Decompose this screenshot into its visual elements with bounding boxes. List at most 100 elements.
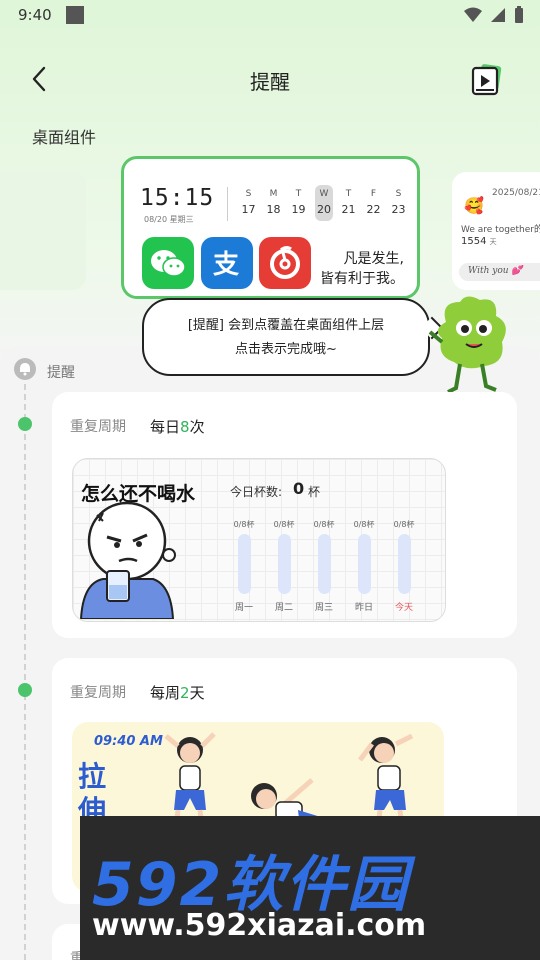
cup-day-label-today: 今天: [394, 603, 413, 613]
widgets-section-label: 桌面组件: [32, 128, 97, 147]
cup-day: 0/8杯昨日: [351, 519, 377, 613]
tip-text: [提醒] 会到点覆盖在桌面组件上层 点击表示完成哦~: [144, 314, 428, 362]
widget-clock-date: 08/20 星期三: [144, 215, 194, 224]
cup-day-label: 昨日: [354, 603, 373, 613]
widget-card-previous[interactable]: [0, 172, 86, 290]
alipay-icon[interactable]: 支: [201, 237, 253, 289]
today-count-unit: 杯: [308, 485, 321, 499]
status-time: 9:40: [18, 6, 52, 24]
wechat-icon[interactable]: [142, 237, 194, 289]
widget-week-calendar: S 17 M 18 T 19 W 20 T 21 F 22 S 23: [236, 185, 411, 221]
stretching-girl-icon: [164, 732, 216, 828]
cup-bar: [277, 534, 291, 594]
week-day: M 18: [261, 189, 286, 221]
stretching-girl-icon: [358, 733, 414, 828]
svg-text:支: 支: [213, 250, 239, 280]
cup-day: 0/8杯今天: [391, 519, 417, 613]
video-tutorial-icon[interactable]: [470, 62, 504, 96]
widget-motto: 凡是发生, 皆有利于我。: [318, 249, 404, 289]
week-day-today: W 20: [315, 185, 333, 221]
signal-icon: [491, 8, 505, 22]
cup-value: 0/8杯: [393, 520, 415, 529]
wifi-icon: [464, 7, 482, 22]
week-day-date: 19: [291, 203, 306, 216]
freq-prefix: 每周: [150, 684, 181, 702]
week-day-name: M: [269, 189, 278, 199]
widget-anniversary-date: 2025/08/21: [492, 188, 540, 198]
heart-face-icon: 🥰: [464, 196, 484, 215]
tip-line2: 点击表示完成哦~: [235, 342, 337, 357]
week-day-name: W: [319, 189, 329, 199]
stretch-time: 09:40 AM: [94, 734, 163, 749]
watermark-banner: 592软件园 www.592xiazai.com: [80, 816, 540, 960]
widget-divider: [227, 187, 228, 221]
widget-clock-time: 15:15: [140, 185, 215, 211]
widget-card-next[interactable]: 2025/08/21 🥰 We are together的 1554 天 Wit…: [452, 172, 540, 290]
watermark-url: www.592xiazai.com: [92, 908, 427, 943]
top-bar: 提醒: [0, 52, 540, 108]
freq-number: 2: [180, 684, 190, 702]
cup-value: 0/8杯: [353, 520, 375, 529]
week-day: F 22: [361, 189, 386, 221]
week-day-date: 20: [317, 203, 331, 216]
repeat-frequency: 每周2天: [150, 682, 205, 703]
cup-value: 0/8杯: [313, 520, 335, 529]
cup-bar: [397, 534, 411, 594]
cup-value: 0/8杯: [273, 520, 295, 529]
widget-days-value: 1554: [461, 236, 487, 247]
repeat-period-label: 重复周期: [70, 685, 126, 701]
freq-number: 8: [180, 418, 190, 436]
cup-bar: [317, 534, 331, 594]
timeline-dot: [18, 683, 32, 697]
week-day-date: 18: [266, 203, 281, 216]
week-day: S 17: [236, 189, 261, 221]
netease-music-icon[interactable]: [259, 237, 311, 289]
cup-day-label: 周一: [234, 603, 253, 613]
timeline-line: [24, 384, 26, 960]
widget-anniversary-text: We are together的: [461, 225, 540, 235]
week-day: S 23: [386, 189, 411, 221]
widget-anniversary-days: 1554 天: [461, 236, 497, 247]
repeat-frequency: 每日8次: [150, 416, 205, 437]
week-day-name: T: [295, 189, 302, 199]
widget-motto-line1: 凡是发生,: [343, 251, 404, 267]
cup-day-label: 周三: [314, 603, 333, 613]
reminder-card-water[interactable]: 重复周期 每日8次 怎么还不喝水 今日杯数: 0 杯 0/8杯 周一 0/8杯 周二…: [52, 392, 517, 638]
status-bar: 9:40: [0, 0, 540, 32]
week-day-name: S: [245, 189, 252, 199]
freq-suffix: 次: [189, 418, 205, 436]
cup-value: 0/8杯: [233, 520, 255, 529]
week-day-date: 22: [366, 203, 381, 216]
cup-day: 0/8杯周三: [311, 519, 337, 613]
cup-day-label: 周二: [274, 603, 293, 613]
mascot-icon: [428, 296, 506, 394]
widget-card-selected[interactable]: 15:15 08/20 星期三 S 17 M 18 T 19 W 20 T 21 F 22 …: [121, 156, 420, 299]
annoyed-face-icon: [79, 501, 176, 619]
widget-days-unit: 天: [489, 238, 497, 246]
repeat-period-label: 重复周期: [70, 419, 126, 435]
status-icons: [464, 6, 524, 24]
today-count-value: 0: [293, 479, 305, 498]
week-day-date: 21: [341, 203, 356, 216]
week-day-name: T: [345, 189, 352, 199]
bell-icon: [14, 358, 36, 380]
cup-day: 0/8杯周二: [271, 519, 297, 613]
timeline-dot: [18, 417, 32, 431]
widget-with-you: With you 💕: [459, 263, 540, 281]
battery-icon: [515, 6, 523, 23]
cup-bar: [237, 534, 251, 594]
page-title: 提醒: [250, 70, 290, 94]
cup-day: 0/8杯周一: [231, 519, 257, 613]
week-day-date: 23: [391, 203, 406, 216]
tip-bubble: [提醒] 会到点覆盖在桌面组件上层 点击表示完成哦~: [142, 298, 444, 376]
tip-line1: [提醒] 会到点覆盖在桌面组件上层: [187, 318, 385, 333]
today-count-label: 今日杯数:: [230, 485, 283, 499]
widget-motto-line2: 皆有利于我。: [320, 271, 404, 287]
week-day-name: F: [370, 189, 377, 199]
cup-bar: [357, 534, 371, 594]
week-day: T 21: [336, 189, 361, 221]
week-day-date: 17: [241, 203, 256, 216]
reminders-label: 提醒: [47, 365, 75, 381]
water-widget-preview[interactable]: 怎么还不喝水 今日杯数: 0 杯 0/8杯 周一 0/8杯 周二 0/8杯 周三 0/…: [72, 458, 446, 622]
week-day-name: S: [395, 189, 402, 199]
